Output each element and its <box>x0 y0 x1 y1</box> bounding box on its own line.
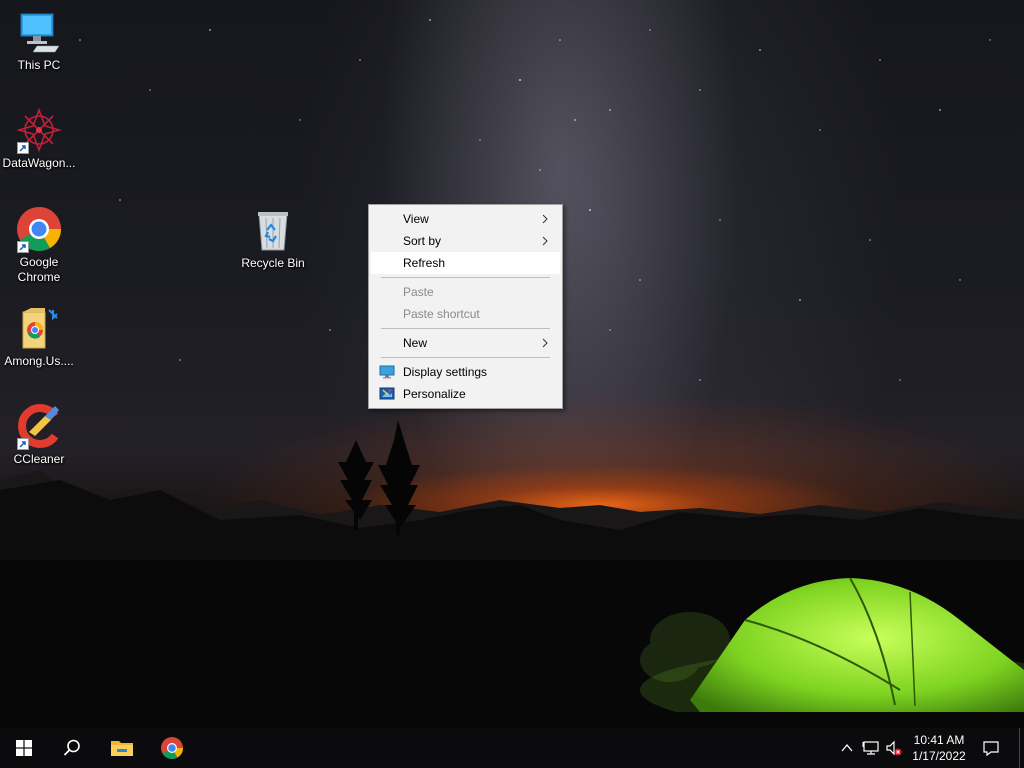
shortcut-arrow-icon <box>17 438 29 450</box>
menu-item-paste[interactable]: Paste <box>371 281 560 303</box>
desktop-icon-recycle-bin[interactable]: Recycle Bin <box>235 206 311 271</box>
desktop-icon-this-pc[interactable]: This PC <box>1 8 77 73</box>
desktop-icon-datawagon[interactable]: DataWagon... <box>1 106 77 171</box>
menu-item-label: View <box>403 212 429 226</box>
menu-item-label: Paste <box>403 285 434 299</box>
menu-item-sort-by[interactable]: Sort by <box>371 230 560 252</box>
chrome-icon <box>161 737 183 759</box>
notification-icon[interactable] <box>982 739 1000 757</box>
desktop-context-menu: View Sort by Refresh Paste Paste shortcu… <box>368 204 563 409</box>
recycle-bin-icon <box>249 206 297 254</box>
menu-item-label: Refresh <box>403 256 446 270</box>
chevron-right-icon <box>542 214 548 224</box>
desktop-icon-ccleaner[interactable]: CCleaner <box>1 402 77 467</box>
menu-item-label: Sort by <box>403 234 442 248</box>
menu-separator <box>381 277 550 278</box>
search-icon <box>63 739 80 756</box>
show-desktop-button[interactable] <box>1019 728 1024 768</box>
network-icon[interactable] <box>862 739 880 757</box>
menu-item-label: Paste shortcut <box>403 307 480 321</box>
menu-separator <box>381 357 550 358</box>
personalize-icon <box>379 387 395 400</box>
taskbar-google-chrome[interactable] <box>148 728 196 768</box>
computer-icon <box>15 8 63 56</box>
among-us-icon <box>15 304 63 352</box>
menu-item-view[interactable]: View <box>371 208 560 230</box>
display-icon <box>379 365 395 379</box>
file-explorer-icon <box>111 741 133 756</box>
taskbar-file-explorer[interactable] <box>98 728 146 768</box>
menu-item-label: Personalize <box>403 387 466 401</box>
windows-logo-icon <box>16 740 32 756</box>
menu-item-refresh[interactable]: Refresh <box>371 252 560 274</box>
shortcut-arrow-icon <box>17 241 29 253</box>
desktop-icon-google-chrome[interactable]: Google Chrome <box>1 205 77 285</box>
chevron-right-icon <box>542 338 548 348</box>
menu-item-label: New <box>403 336 428 350</box>
desktop-icon-label: Among.Us.... <box>4 354 74 368</box>
menu-item-label: Display settings <box>403 365 488 379</box>
chevron-up-icon[interactable] <box>838 739 856 757</box>
ccleaner-icon <box>15 402 63 450</box>
chrome-icon <box>15 205 63 253</box>
datawagon-icon <box>15 106 63 154</box>
menu-item-display-settings[interactable]: Display settings <box>371 361 560 383</box>
menu-item-new[interactable]: New <box>371 332 560 354</box>
clock-date: 1/17/2022 <box>912 749 966 763</box>
search-button[interactable] <box>48 728 96 768</box>
menu-item-personalize[interactable]: Personalize <box>371 383 560 405</box>
desktop-icon-among-us[interactable]: Among.Us.... <box>1 304 77 369</box>
desktop-icon-label: CCleaner <box>13 452 65 466</box>
desktop-icon-label: This PC <box>17 58 61 72</box>
desktop-icon-label: DataWagon... <box>2 156 76 170</box>
clock-time: 10:41 AM <box>913 733 965 747</box>
taskbar-clock[interactable]: 10:41 AM 1/17/2022 <box>904 732 974 764</box>
desktop-icon-label: Recycle Bin <box>241 256 305 270</box>
desktop-icon-label: Google Chrome <box>17 255 61 284</box>
chevron-right-icon <box>542 236 548 246</box>
start-button[interactable] <box>0 728 48 768</box>
taskbar: 10:41 AM 1/17/2022 <box>0 728 1024 768</box>
volume-muted-icon[interactable] <box>885 739 903 757</box>
shortcut-arrow-icon <box>17 142 29 154</box>
menu-separator <box>381 328 550 329</box>
menu-item-paste-shortcut[interactable]: Paste shortcut <box>371 303 560 325</box>
